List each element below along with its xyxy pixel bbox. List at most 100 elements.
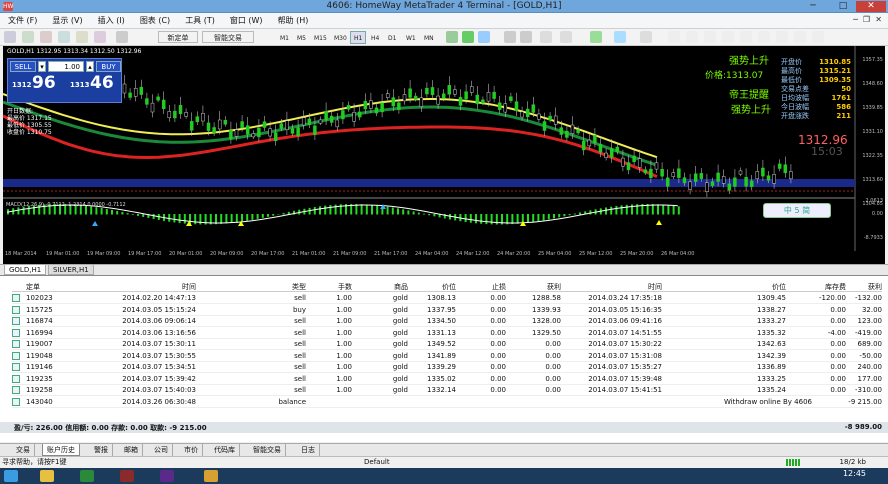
menu-view[interactable]: 显示 (V) [44, 13, 89, 27]
menu-window[interactable]: 窗口 (W) [222, 13, 270, 27]
bar-chart-icon[interactable] [446, 31, 458, 43]
table-row[interactable]: 119146 2014.03.07 15:34:51 sell 1.00 gold 133… [12, 362, 882, 373]
ask-price-pips[interactable]: 46 [90, 73, 114, 93]
text-icon[interactable] [794, 31, 806, 43]
table-row[interactable]: 115725 2014.03.05 15:15:24 buy 1.00 gold 1337… [12, 305, 882, 316]
terminal-icon[interactable] [94, 31, 106, 43]
tf-m15[interactable]: M15 [310, 31, 331, 44]
profiles-icon[interactable] [22, 31, 34, 43]
terminal-tab[interactable]: 代码库 [210, 444, 240, 456]
market-watch-icon[interactable] [40, 31, 52, 43]
mdi-close-icon[interactable]: ✕ [875, 15, 882, 24]
close-icon[interactable]: ✕ [856, 1, 886, 12]
tf-mn[interactable]: MN [420, 31, 438, 44]
table-row[interactable]: 119048 2014.03.07 15:30:55 sell 1.00 gold 134… [12, 351, 882, 362]
cursor-icon[interactable] [668, 31, 680, 43]
new-order-button[interactable]: 新定单 [158, 31, 198, 43]
mdi-minimize-icon[interactable]: ─ [853, 15, 858, 24]
periods-icon[interactable] [614, 31, 626, 43]
bid-price-pips[interactable]: 96 [32, 73, 56, 93]
menu-charts[interactable]: 图表 (C) [132, 13, 177, 27]
taskbar-browser-icon[interactable] [160, 470, 174, 482]
column-header[interactable]: 时间 [648, 282, 662, 292]
menu-help[interactable]: 帮助 (H) [270, 13, 316, 27]
menu-tools[interactable]: 工具 (T) [177, 13, 222, 27]
buy-button[interactable]: BUY [96, 61, 121, 72]
terminal-tab[interactable]: 账户历史 [42, 444, 80, 456]
chart-tab-gold[interactable]: GOLD,H1 [4, 265, 47, 275]
column-header[interactable]: 价位 [772, 282, 786, 292]
chart-tab-silver[interactable]: SILVER,H1 [48, 265, 94, 275]
trendline-icon[interactable] [740, 31, 752, 43]
lot-up-icon[interactable]: ▴ [86, 61, 94, 72]
channel-icon[interactable] [758, 31, 770, 43]
tf-w1[interactable]: W1 [402, 31, 420, 44]
indicators-icon[interactable] [590, 31, 602, 43]
terminal-tab[interactable]: 邮箱 [120, 444, 143, 456]
navigator-icon[interactable] [76, 31, 88, 43]
sell-button[interactable]: SELL [10, 61, 36, 72]
zoom-in-icon[interactable] [504, 31, 516, 43]
lot-down-icon[interactable]: ▾ [38, 61, 46, 72]
candlestick-icon[interactable] [462, 31, 474, 43]
lot-size-input[interactable]: 1.00 [48, 61, 84, 72]
chart-window[interactable]: GOLD,H1 1312.95 1313.34 1312.50 1312.96 … [3, 46, 885, 264]
taskbar-app2-icon[interactable] [120, 470, 134, 482]
terminal-tab[interactable]: 公司 [150, 444, 173, 456]
column-header[interactable]: 获利 [547, 282, 561, 292]
autoscroll-icon[interactable] [560, 31, 572, 43]
maximize-icon[interactable]: □ [832, 1, 854, 12]
mdi-restore-icon[interactable]: ❐ [863, 15, 870, 24]
tf-m30[interactable]: M30 [330, 31, 351, 44]
terminal-tab[interactable]: 警报 [90, 444, 113, 456]
column-header[interactable]: 价位 [442, 282, 456, 292]
new-chart-icon[interactable] [4, 31, 16, 43]
taskbar-mt4-icon[interactable] [204, 470, 218, 482]
data-window-icon[interactable] [58, 31, 70, 43]
terminal-tab[interactable]: 智能交易 [249, 444, 286, 456]
expert-advisors-button[interactable]: 智能交易 [202, 31, 254, 43]
menu-insert[interactable]: 插入 (I) [90, 13, 132, 27]
column-header[interactable]: 时间 [182, 282, 196, 292]
fibonacci-icon[interactable] [776, 31, 788, 43]
tf-m5[interactable]: M5 [293, 31, 310, 44]
column-header[interactable]: 类型 [292, 282, 306, 292]
horizontal-line-icon[interactable] [722, 31, 734, 43]
table-row[interactable]: 116994 2014.03.06 13:16:56 sell 1.00 gold 133… [12, 328, 882, 339]
tile-windows-icon[interactable] [540, 31, 552, 43]
terminal-tab[interactable]: 日志 [297, 444, 320, 456]
terminal-tab[interactable]: 交易 [12, 444, 35, 456]
bid-price-main[interactable]: 1312 [12, 81, 31, 89]
strategy-tester-icon[interactable] [116, 31, 128, 43]
table-row[interactable]: 102023 2014.02.20 14:47:13 sell 1.00 gold 130… [12, 293, 882, 304]
taskbar-app-icon[interactable] [80, 470, 94, 482]
tf-h1[interactable]: H1 [350, 31, 367, 44]
macd-bar [267, 214, 269, 217]
terminal-tab[interactable]: 市价 [180, 444, 203, 456]
crosshair-icon[interactable] [686, 31, 698, 43]
arrow-icon[interactable] [812, 31, 824, 43]
column-header[interactable]: 获利 [868, 282, 882, 292]
tf-h4[interactable]: H4 [367, 31, 383, 44]
table-row[interactable]: 119235 2014.03.07 15:39:42 sell 1.00 gold 133… [12, 374, 882, 385]
table-row[interactable]: 119007 2014.03.07 15:30:11 sell 1.00 gold 134… [12, 339, 882, 350]
taskbar-folder-icon[interactable] [40, 470, 54, 482]
table-row[interactable]: 116874 2014.03.06 09:06:14 sell 1.00 gold 133… [12, 316, 882, 327]
tf-d1[interactable]: D1 [384, 31, 400, 44]
tf-m1[interactable]: M1 [276, 31, 293, 44]
zoom-out-icon[interactable] [520, 31, 532, 43]
table-row[interactable]: 119258 2014.03.07 15:40:03 sell 1.00 gold 133… [12, 385, 882, 396]
column-header[interactable]: 止损 [492, 282, 506, 292]
start-icon[interactable] [4, 470, 18, 482]
ask-price-main[interactable]: 1313 [70, 81, 89, 89]
table-row[interactable]: 143040 2014.03.26 06:30:48 balance Withdraw… [12, 397, 882, 408]
column-header[interactable]: 商品 [394, 282, 408, 292]
vertical-line-icon[interactable] [704, 31, 716, 43]
line-chart-icon[interactable] [478, 31, 490, 43]
menu-file[interactable]: 文件 (F) [0, 13, 44, 27]
minimize-icon[interactable]: ─ [802, 1, 824, 12]
column-header[interactable]: 库存费 [825, 282, 846, 292]
column-header[interactable]: 定单 [26, 282, 40, 292]
column-header[interactable]: 手数 [338, 282, 352, 292]
templates-icon[interactable] [640, 31, 652, 43]
